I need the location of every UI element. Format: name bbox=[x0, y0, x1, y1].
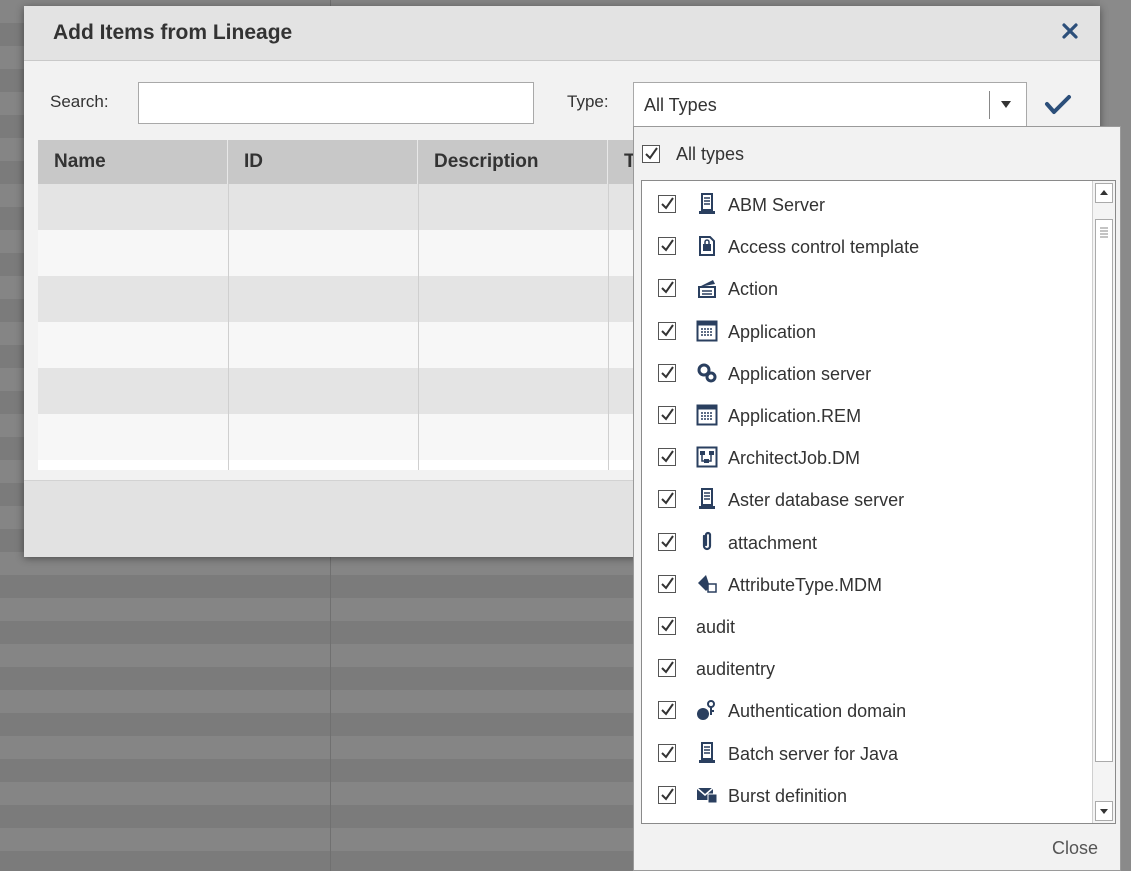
type-list-item[interactable]: Application bbox=[642, 310, 1092, 352]
type-checkbox[interactable] bbox=[658, 363, 676, 382]
type-list-item-label: auditentry bbox=[696, 659, 776, 680]
type-checkbox[interactable] bbox=[658, 321, 676, 340]
type-list-item-label: Application server bbox=[728, 363, 872, 384]
column-divider bbox=[608, 184, 609, 470]
type-checkbox[interactable] bbox=[658, 490, 676, 509]
gears-icon bbox=[696, 362, 718, 384]
type-list-item[interactable]: attachment bbox=[642, 521, 1092, 563]
chevron-down-icon[interactable] bbox=[1001, 101, 1011, 108]
type-list-item[interactable]: Application.REM bbox=[642, 394, 1092, 436]
type-list-item[interactable]: Action bbox=[642, 267, 1092, 309]
paperclip-icon bbox=[696, 531, 718, 553]
type-list-item[interactable]: Burst definition bbox=[642, 774, 1092, 816]
action-icon bbox=[696, 277, 718, 299]
checkmark-icon bbox=[1045, 95, 1071, 114]
all-types-label: All types bbox=[676, 144, 745, 164]
type-list-item[interactable]: ArchitectJob.DM bbox=[642, 436, 1092, 478]
close-icon[interactable] bbox=[1058, 19, 1082, 43]
dialog-title: Add Items from Lineage bbox=[53, 21, 293, 44]
scroll-down-button[interactable] bbox=[1095, 801, 1113, 821]
column-header-description[interactable]: Description bbox=[418, 140, 608, 184]
type-list-item-label: Authentication domain bbox=[728, 701, 907, 722]
type-checkbox[interactable] bbox=[658, 785, 676, 804]
type-list-item[interactable]: audit bbox=[642, 605, 1092, 647]
all-types-checkbox[interactable] bbox=[642, 145, 660, 163]
type-list-item-label: Burst definition bbox=[728, 785, 848, 806]
authentication-domain-icon bbox=[696, 699, 718, 721]
type-list-item[interactable]: Authentication domain bbox=[642, 689, 1092, 731]
type-checkbox[interactable] bbox=[658, 195, 676, 213]
results-table: Name ID Description T bbox=[38, 140, 644, 470]
search-input[interactable] bbox=[138, 82, 534, 124]
type-select-divider bbox=[989, 91, 990, 119]
column-divider bbox=[418, 184, 419, 470]
table-row[interactable] bbox=[38, 414, 644, 460]
type-checkbox[interactable] bbox=[658, 574, 676, 593]
apply-button[interactable] bbox=[1042, 88, 1074, 120]
type-list-item-label: audit bbox=[696, 617, 736, 637]
type-list-item[interactable]: Application server bbox=[642, 352, 1092, 394]
architect-job-icon bbox=[696, 446, 718, 468]
column-divider bbox=[228, 184, 229, 470]
type-list-item-label: Application.REM bbox=[728, 406, 862, 426]
type-checkbox[interactable] bbox=[658, 617, 676, 635]
table-row[interactable] bbox=[38, 322, 644, 368]
type-list-item[interactable]: AttributeType.MDM bbox=[642, 563, 1092, 605]
type-list-item-label: Access control template bbox=[728, 237, 920, 258]
type-checkbox[interactable] bbox=[658, 659, 676, 678]
column-header-name[interactable]: Name bbox=[38, 140, 228, 184]
dialog-header: Add Items from Lineage bbox=[24, 6, 1100, 61]
table-row[interactable] bbox=[38, 184, 644, 230]
type-list-item[interactable]: Batch server for Java bbox=[642, 732, 1092, 774]
type-dropdown-panel: All types ABM Server Access control templ… bbox=[633, 126, 1121, 871]
type-checkbox[interactable] bbox=[658, 237, 676, 256]
scrollbar-thumb[interactable] bbox=[1095, 219, 1113, 762]
type-list-item[interactable]: auditentry bbox=[642, 647, 1092, 689]
access-template-icon bbox=[696, 235, 718, 257]
type-list-item[interactable]: Aster database server bbox=[642, 478, 1092, 520]
scrollbar[interactable] bbox=[1092, 181, 1115, 823]
table-header: Name ID Description T bbox=[38, 140, 644, 184]
type-list-item-label: ArchitectJob.DM bbox=[728, 448, 861, 469]
type-select[interactable]: All Types bbox=[633, 82, 1027, 127]
search-label: Search: bbox=[50, 92, 109, 111]
type-select-value: All Types bbox=[644, 95, 717, 115]
application-icon bbox=[696, 404, 718, 426]
application-icon bbox=[696, 320, 718, 342]
table-row[interactable] bbox=[38, 230, 644, 276]
type-checkbox[interactable] bbox=[658, 532, 676, 551]
burst-definition-icon bbox=[696, 784, 718, 806]
server-icon bbox=[696, 741, 718, 764]
type-checkbox[interactable] bbox=[658, 406, 676, 424]
table-row[interactable] bbox=[38, 276, 644, 322]
type-label: Type: bbox=[567, 92, 609, 111]
type-checkbox[interactable] bbox=[658, 701, 676, 720]
type-checkbox[interactable] bbox=[658, 279, 676, 298]
type-list-item-label: Action bbox=[728, 279, 779, 300]
type-list-item[interactable]: ABM Server bbox=[642, 183, 1092, 225]
type-list-item-label: Aster database server bbox=[728, 490, 905, 511]
type-list-item-label: AttributeType.MDM bbox=[728, 574, 883, 595]
table-row[interactable] bbox=[38, 368, 644, 414]
close-dropdown-link[interactable]: Close bbox=[1052, 838, 1098, 859]
type-list-item-label: Application bbox=[728, 321, 817, 342]
arrow-up-icon bbox=[1100, 190, 1108, 195]
type-checkbox[interactable] bbox=[658, 743, 676, 762]
type-list-item-label: ABM Server bbox=[728, 195, 826, 215]
attribute-type-icon bbox=[696, 573, 718, 595]
server-icon bbox=[696, 488, 718, 510]
column-header-id[interactable]: ID bbox=[228, 140, 418, 184]
type-list: ABM Server Access control template Action A… bbox=[641, 180, 1116, 824]
type-list-item[interactable]: Access control template bbox=[642, 225, 1092, 267]
server-icon bbox=[696, 193, 718, 215]
type-checkbox[interactable] bbox=[658, 448, 676, 467]
arrow-down-icon bbox=[1100, 809, 1108, 814]
type-list-item-label: Batch server for Java bbox=[728, 743, 899, 764]
type-list-item-label: attachment bbox=[728, 532, 818, 553]
scroll-up-button[interactable] bbox=[1095, 183, 1113, 203]
